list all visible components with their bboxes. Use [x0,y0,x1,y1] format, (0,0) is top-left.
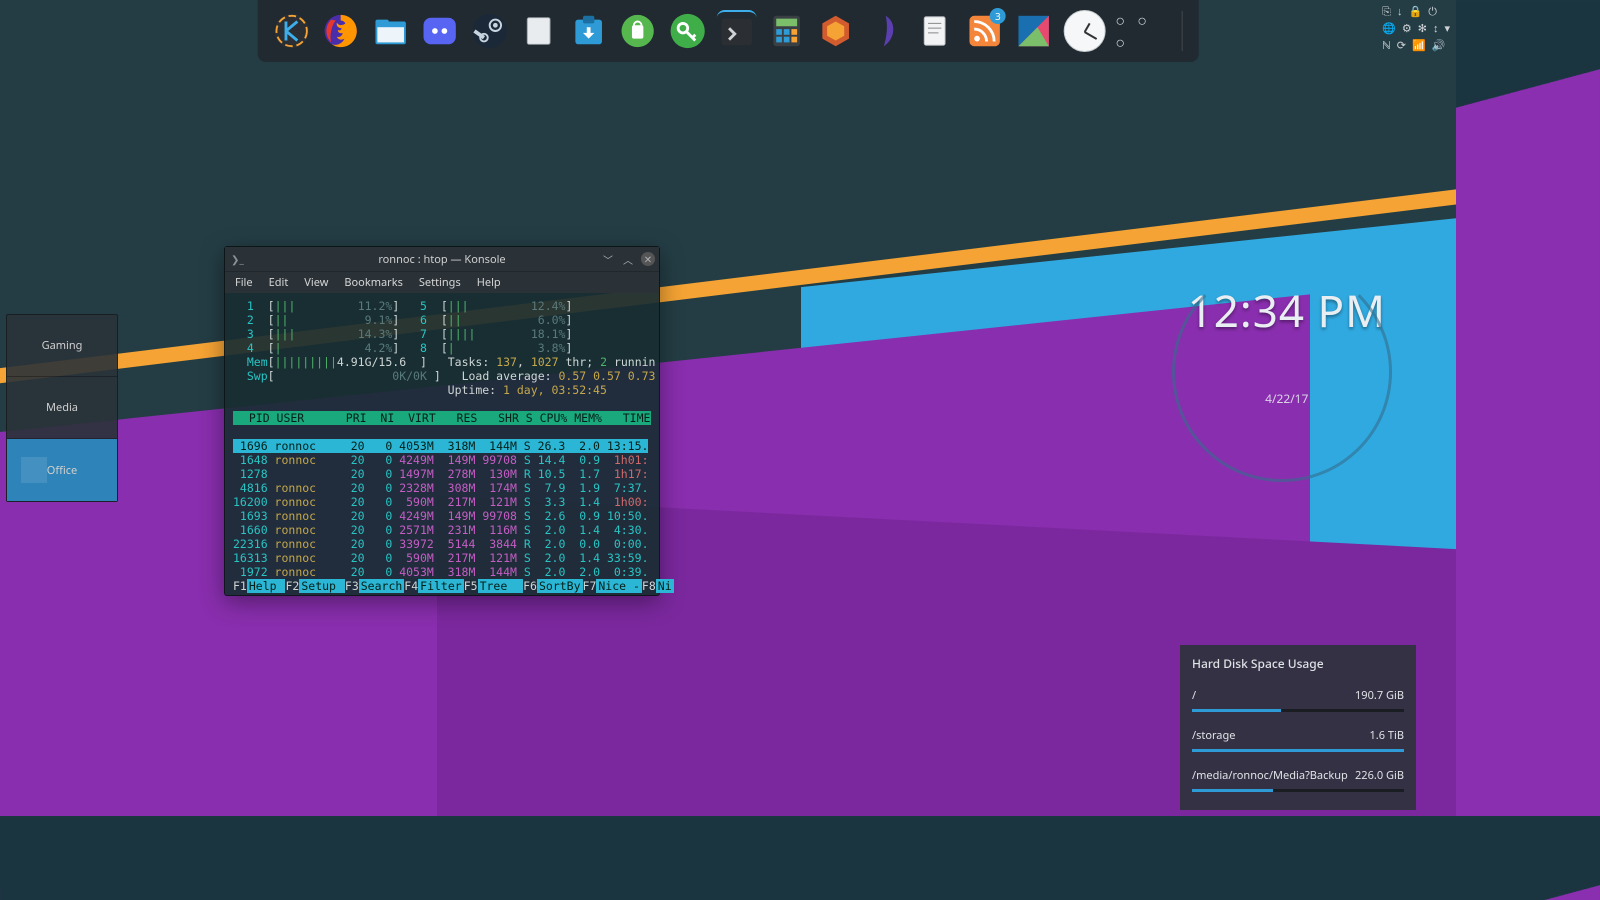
disk-entry: / 190.7 GiB [1192,688,1404,712]
dock-gradient[interactable] [1014,10,1053,52]
disk-size: 1.6 TiB [1370,728,1405,743]
pager-office[interactable]: Office [7,439,117,501]
dock-overflow-dots[interactable]: ○ ○ ○ [1115,9,1169,53]
disk-usage-widget: Hard Disk Space Usage / 190.7 GiB/storage… [1180,645,1416,810]
pager-label: Gaming [42,338,83,353]
dock-calculator[interactable] [767,10,806,52]
tray-icon[interactable]: ⎘ [1382,4,1391,19]
analog-clock-icon [1063,10,1105,52]
dock-firefox[interactable] [321,10,360,52]
terminal-icon: ❯_ [231,252,244,266]
badge: 3 [990,8,1006,24]
dock-pia[interactable] [618,10,657,52]
minimize-button[interactable]: ﹀ [601,252,615,266]
tray-icon[interactable]: 📶 [1412,38,1426,53]
dock-texteditor[interactable] [915,10,954,52]
disk-mount: /media/ronnoc/Media?Backup [1192,768,1348,783]
disk-mount: /storage [1192,728,1235,743]
disk-bar [1192,789,1404,792]
disk-bar [1192,709,1404,712]
window-title: ronnoc : htop — Konsole [378,252,505,267]
dock-rss[interactable]: 3 [964,10,1003,52]
menu-edit[interactable]: Edit [269,275,289,290]
activity-pager: Gaming Media Office [6,314,118,502]
menu-help[interactable]: Help [477,275,501,290]
tray-icon[interactable]: ↕ [1433,21,1439,36]
disk-widget-title: Hard Disk Space Usage [1192,655,1404,672]
disk-size: 190.7 GiB [1355,688,1404,703]
tray-icon[interactable]: ⏻ [1428,4,1437,19]
top-dock: 3 ○ ○ ○ [258,0,1199,62]
tray-icon[interactable]: ↓ [1397,4,1403,19]
clock-ring-icon [1172,262,1392,482]
dock-hexchat[interactable] [816,10,855,52]
dock-notes[interactable] [519,10,558,52]
disk-size: 226.0 GiB [1355,768,1404,783]
clock-date: 4/22/17 [1188,390,1386,407]
dock-analog-clock[interactable] [1063,10,1105,52]
tray-icon[interactable]: ℕ [1382,38,1391,53]
menu-bookmarks[interactable]: Bookmarks [344,275,402,290]
pager-media[interactable]: Media [7,377,117,439]
dock-software[interactable] [569,10,608,52]
disk-entry: /media/ronnoc/Media?Backup 226.0 GiB [1192,768,1404,792]
dock-app-launcher[interactable] [272,10,311,52]
clock-widget: 12:34 PM 4/22/17 [1188,280,1386,407]
terminal-body[interactable]: 1 [||| 11.2%] 5 [||| 12.4%] 2 [|| 9.1%] … [225,293,659,595]
dock-dolphin[interactable] [371,10,410,52]
dock-keepass[interactable] [668,10,707,52]
tray-icon[interactable]: 🔒 [1408,4,1422,19]
tray-icon[interactable]: ▾ [1444,21,1450,36]
tray-icon[interactable]: 🔊 [1432,38,1446,53]
tray-icon[interactable]: ⟳ [1397,38,1406,53]
menu-file[interactable]: File [235,275,253,290]
window-titlebar[interactable]: ❯_ ronnoc : htop — Konsole ﹀ ︿ ✕ [225,247,659,271]
disk-mount: / [1192,688,1196,703]
disk-entry: /storage 1.6 TiB [1192,728,1404,752]
close-button[interactable]: ✕ [641,252,655,266]
dock-app-purple[interactable] [865,10,904,52]
pager-gaming[interactable]: Gaming [7,315,117,377]
disk-bar [1192,749,1404,752]
maximize-button[interactable]: ︿ [621,252,635,266]
dock-discord[interactable] [420,10,459,52]
dock-konsole[interactable] [717,10,756,52]
system-tray: ⎘ ↓ 🔒 ⏻ 🌐 ⚙ ✻ ↕ ▾ ℕ ⟳ 📶 🔊 [1382,4,1450,53]
konsole-window[interactable]: ❯_ ronnoc : htop — Konsole ﹀ ︿ ✕ File Edi… [224,246,660,596]
tray-icon[interactable]: 🌐 [1382,21,1396,36]
tray-icon[interactable]: ⚙ [1402,21,1412,36]
dock-steam[interactable] [470,10,509,52]
tray-icon[interactable]: ✻ [1418,21,1427,36]
menu-settings[interactable]: Settings [419,275,461,290]
menubar: File Edit View Bookmarks Settings Help [225,271,659,293]
menu-view[interactable]: View [304,275,328,290]
pager-label: Office [47,463,77,478]
pager-label: Media [46,400,78,415]
